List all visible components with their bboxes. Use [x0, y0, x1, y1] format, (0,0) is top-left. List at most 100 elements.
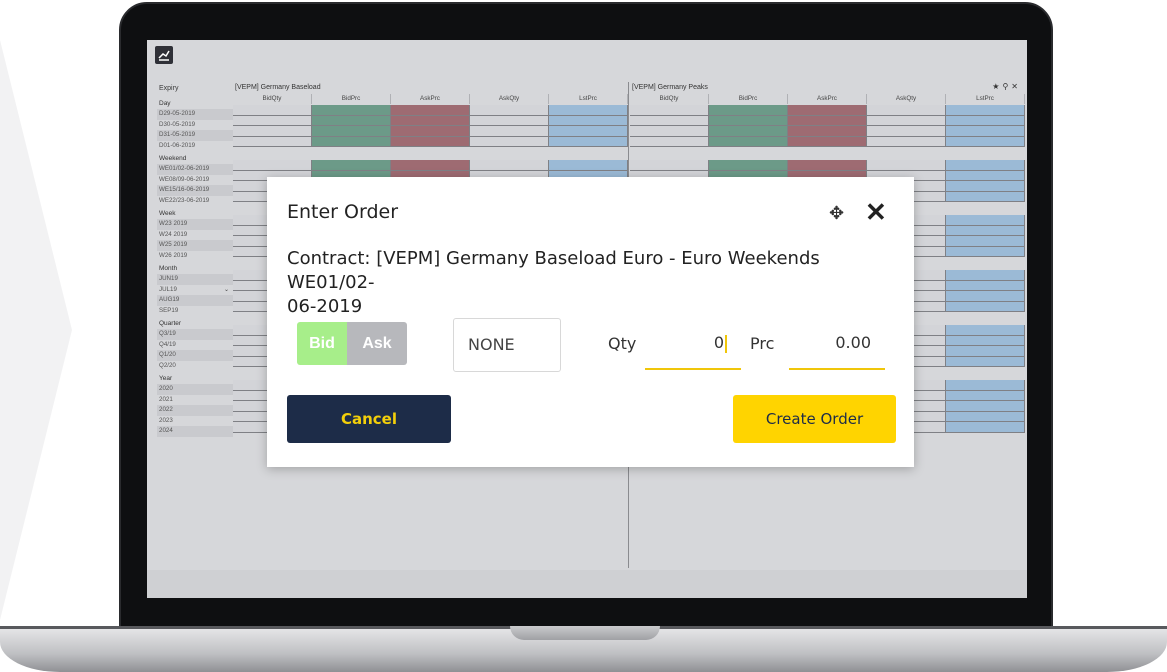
price-cell[interactable]: [867, 126, 946, 136]
price-cell[interactable]: [867, 136, 946, 146]
grid-row[interactable]: [233, 115, 628, 126]
move-icon[interactable]: ✥: [829, 203, 844, 224]
price-cell[interactable]: [867, 160, 946, 170]
expiry-row[interactable]: Q1/20: [157, 350, 233, 361]
price-cell[interactable]: [233, 126, 312, 136]
expiry-row[interactable]: 2022: [157, 405, 233, 416]
expiry-row[interactable]: D29-05-2019: [157, 109, 233, 120]
column-header[interactable]: LstPrc: [946, 94, 1025, 104]
column-header[interactable]: LstPrc: [549, 94, 628, 104]
price-cell[interactable]: [946, 105, 1025, 115]
grid-row[interactable]: [630, 105, 1025, 116]
price-cell[interactable]: [946, 401, 1025, 411]
expiry-row[interactable]: JUN19: [157, 274, 233, 285]
app-logo-icon[interactable]: [155, 46, 173, 64]
column-header[interactable]: BidQty: [630, 94, 709, 104]
price-cell[interactable]: [391, 105, 470, 115]
price-cell[interactable]: [946, 136, 1025, 146]
price-cell[interactable]: [946, 246, 1025, 256]
price-cell[interactable]: [391, 160, 470, 170]
expiry-row[interactable]: D31-05-2019: [157, 130, 233, 141]
price-cell[interactable]: [233, 105, 312, 115]
expiry-row[interactable]: 2020: [157, 384, 233, 395]
expiry-row[interactable]: W25 2019: [157, 240, 233, 251]
expiry-row[interactable]: WE22/23-06-2019: [157, 196, 233, 207]
price-cell[interactable]: [946, 160, 1025, 170]
price-cell[interactable]: [946, 215, 1025, 225]
price-cell[interactable]: [391, 115, 470, 125]
price-cell[interactable]: [788, 105, 867, 115]
price-cell[interactable]: [470, 115, 549, 125]
price-cell[interactable]: [391, 126, 470, 136]
price-cell[interactable]: [549, 126, 628, 136]
price-cell[interactable]: [946, 356, 1025, 366]
price-cell[interactable]: [946, 115, 1025, 125]
expiry-row[interactable]: Q3/19: [157, 329, 233, 340]
expiry-row[interactable]: 2021: [157, 395, 233, 406]
column-header[interactable]: BidQty: [233, 94, 312, 104]
grid-row[interactable]: [233, 160, 628, 171]
price-cell[interactable]: [867, 105, 946, 115]
create-order-button[interactable]: Create Order: [733, 395, 896, 443]
price-cell[interactable]: [946, 301, 1025, 311]
expiry-row[interactable]: WE15/16-06-2019: [157, 185, 233, 196]
star-icon[interactable]: ★: [992, 82, 1002, 91]
price-cell[interactable]: [630, 126, 709, 136]
price-cell[interactable]: [946, 291, 1025, 301]
price-cell[interactable]: [946, 380, 1025, 390]
price-cell[interactable]: [946, 191, 1025, 201]
prc-input[interactable]: 0.00: [789, 326, 885, 370]
price-cell[interactable]: [233, 160, 312, 170]
price-cell[interactable]: [470, 126, 549, 136]
price-cell[interactable]: [630, 105, 709, 115]
price-cell[interactable]: [709, 105, 788, 115]
price-cell[interactable]: [946, 181, 1025, 191]
price-cell[interactable]: [788, 136, 867, 146]
price-cell[interactable]: [867, 115, 946, 125]
price-cell[interactable]: [549, 105, 628, 115]
column-header[interactable]: BidPrc: [709, 94, 788, 104]
expiry-row[interactable]: Q2/20: [157, 361, 233, 372]
close-icon[interactable]: ✕: [1011, 82, 1021, 91]
column-header[interactable]: BidPrc: [312, 94, 391, 104]
price-cell[interactable]: [549, 136, 628, 146]
price-cell[interactable]: [233, 115, 312, 125]
expiry-row[interactable]: 2024: [157, 426, 233, 437]
price-cell[interactable]: [946, 411, 1025, 421]
expiry-row[interactable]: D30-05-2019: [157, 120, 233, 131]
bid-toggle-button[interactable]: Bid: [297, 322, 347, 365]
grid-row[interactable]: [630, 115, 1025, 126]
expiry-row[interactable]: W26 2019: [157, 251, 233, 262]
grid-row[interactable]: [630, 160, 1025, 171]
price-cell[interactable]: [630, 160, 709, 170]
price-cell[interactable]: [946, 325, 1025, 335]
expiry-row[interactable]: W24 2019: [157, 230, 233, 241]
price-cell[interactable]: [630, 115, 709, 125]
expiry-row[interactable]: WE08/09-06-2019: [157, 175, 233, 186]
close-icon[interactable]: ✕: [865, 197, 887, 228]
price-cell[interactable]: [946, 390, 1025, 400]
expiry-row[interactable]: WE01/02-06-2019: [157, 164, 233, 175]
price-cell[interactable]: [709, 160, 788, 170]
expiry-row[interactable]: W23 2019: [157, 219, 233, 230]
expiry-row[interactable]: SEP19: [157, 306, 233, 317]
price-cell[interactable]: [312, 105, 391, 115]
price-cell[interactable]: [312, 136, 391, 146]
price-cell[interactable]: [788, 160, 867, 170]
price-cell[interactable]: [946, 335, 1025, 345]
price-cell[interactable]: [312, 160, 391, 170]
column-header[interactable]: AskQty: [867, 94, 946, 104]
expiry-row[interactable]: JUL19 ⌄: [157, 285, 233, 296]
price-cell[interactable]: [549, 160, 628, 170]
price-cell[interactable]: [788, 115, 867, 125]
price-cell[interactable]: [470, 136, 549, 146]
price-cell[interactable]: [709, 115, 788, 125]
expiry-row[interactable]: Q4/19: [157, 340, 233, 351]
price-cell[interactable]: [946, 170, 1025, 180]
grid-row[interactable]: [630, 136, 1025, 147]
price-cell[interactable]: [709, 136, 788, 146]
price-cell[interactable]: [946, 225, 1025, 235]
price-cell[interactable]: [946, 346, 1025, 356]
price-cell[interactable]: [391, 136, 470, 146]
column-header[interactable]: AskPrc: [788, 94, 867, 104]
